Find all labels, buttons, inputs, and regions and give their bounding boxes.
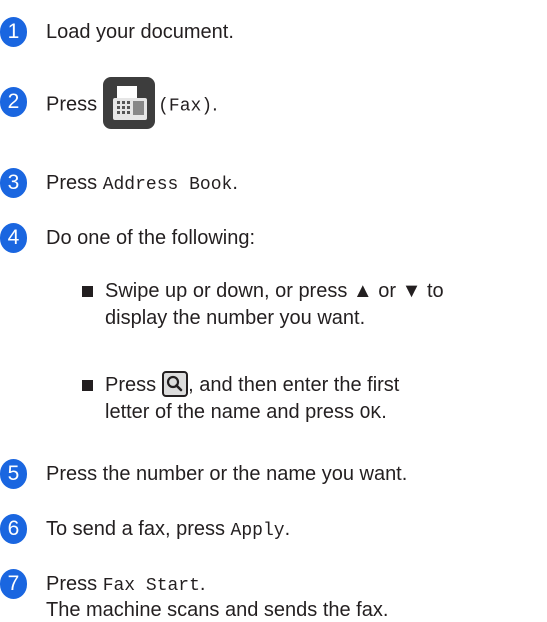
- step-code-text: Address Book: [102, 175, 233, 195]
- option-line: display the number you want.: [105, 307, 366, 329]
- step-text: Press Address Book.: [46, 171, 238, 197]
- option-text-prefix: Press: [105, 374, 157, 396]
- option-text: Swipe up or down, or press ▲ or ▼ to dis…: [105, 278, 444, 332]
- bullet-square-icon: [82, 286, 93, 297]
- step-text-prefix: To send a fax, press: [46, 518, 231, 540]
- option-line: Press , and then enter the first: [105, 370, 400, 399]
- step-text-suffix: .: [284, 518, 291, 540]
- step-line: Press Fax Start.: [46, 572, 388, 598]
- option-text: Press , and then enter the first letter …: [105, 370, 400, 428]
- option-text-suffix: , and then enter the first: [188, 374, 400, 396]
- option-line: letter of the name and press OK.: [105, 399, 399, 428]
- step-code-text: Apply: [230, 521, 285, 541]
- step-text-prefix: Press: [46, 573, 103, 595]
- step-number-badge: 7: [0, 569, 27, 599]
- step-number-badge: 2: [0, 87, 27, 117]
- fax-icon: [103, 77, 156, 129]
- step-text: Press the number or the name you want.: [46, 463, 408, 485]
- step-number-badge: 1: [0, 17, 27, 47]
- bullet-square-icon: [82, 380, 93, 391]
- option-code-text: OK: [359, 404, 382, 424]
- step-text: To send a fax, press Apply.: [46, 517, 290, 543]
- step-line: The machine scans and sends the fax.: [46, 599, 389, 621]
- step-text-prefix: Press: [46, 93, 98, 116]
- step-text-suffix: .: [212, 93, 218, 116]
- step-number-badge: 6: [0, 514, 27, 544]
- option-line: Swipe up or down, or press ▲ or ▼ to: [105, 280, 444, 302]
- step-number-badge: 4: [0, 223, 27, 253]
- step-number-badge: 5: [0, 459, 27, 489]
- search-icon: [162, 370, 189, 397]
- step-icon-label: (Fax): [158, 96, 213, 117]
- step-text-suffix: .: [232, 172, 238, 194]
- step-code-text: Fax Start: [102, 576, 200, 596]
- step-text-prefix: Press: [46, 172, 103, 194]
- step-text: Do one of the following:: [46, 227, 256, 249]
- step-number-badge: 3: [0, 168, 27, 198]
- step-text: Press (Fax).: [46, 77, 218, 131]
- step-text-suffix: .: [199, 573, 206, 595]
- step-text: Press Fax Start. The machine scans and s…: [46, 572, 388, 622]
- step-text: Load your document.: [46, 21, 234, 43]
- option-text-suffix: .: [381, 401, 387, 423]
- option-text-prefix: letter of the name and press: [105, 401, 360, 423]
